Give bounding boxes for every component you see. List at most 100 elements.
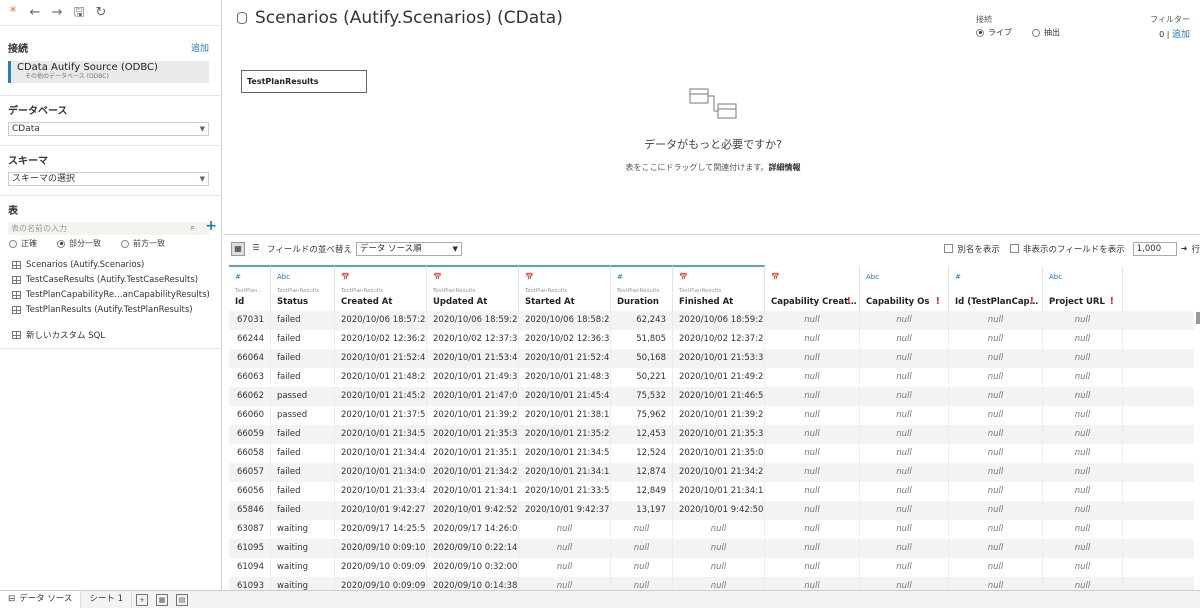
- table-cell: 2020/10/06 18:57:28: [335, 311, 427, 330]
- table-cell: passed: [271, 406, 335, 425]
- list-view-icon[interactable]: ☰: [249, 242, 263, 256]
- field-type-icon[interactable]: #: [955, 273, 961, 281]
- save-icon[interactable]: 🖫: [72, 6, 86, 20]
- custom-sql-item[interactable]: 新しいカスタム SQL: [12, 327, 221, 342]
- column-source: TestPlanResults: [525, 288, 568, 294]
- add-icon[interactable]: +: [205, 219, 217, 233]
- rows-go-icon[interactable]: ➜: [1181, 244, 1188, 253]
- table-row: 66057 failed 2020/10/01 21:34:01 2020/10/01…: [229, 463, 1194, 482]
- table-cell: 66063: [229, 368, 271, 387]
- table-row: 66064 failed 2020/10/01 21:52:42 2020/10/01…: [229, 349, 1194, 368]
- database-icon[interactable]: [237, 12, 247, 24]
- table-cell: 61094: [229, 558, 271, 577]
- field-type-icon[interactable]: 📅: [433, 273, 442, 281]
- vertical-scrollbar[interactable]: [1196, 312, 1200, 324]
- table-cell: 12,524: [611, 444, 673, 463]
- add-filter-link[interactable]: 追加: [1172, 30, 1190, 40]
- field-type-icon[interactable]: 📅: [525, 273, 534, 281]
- show-alias-checkbox[interactable]: [944, 244, 954, 253]
- more-info-link[interactable]: 詳細情報: [768, 163, 800, 172]
- table-search-input[interactable]: 表の名前の入力 ⌕ +: [8, 219, 217, 235]
- rows-input[interactable]: 1,000: [1132, 241, 1177, 256]
- table-item[interactable]: TestCaseResults (Autify.TestCaseResults): [12, 272, 221, 287]
- grid-view-icon[interactable]: ▦: [231, 241, 245, 256]
- warning-icon[interactable]: !: [1109, 296, 1114, 307]
- warning-icon[interactable]: !: [935, 296, 940, 307]
- database-select[interactable]: CData ▼: [8, 122, 209, 136]
- new-dashboard-icon[interactable]: ▦: [156, 593, 169, 606]
- tab-sheet1[interactable]: シート 1: [81, 590, 133, 608]
- column-header[interactable]: Abc TestPlanResults Status: [271, 265, 335, 311]
- column-header[interactable]: # Id (TestPlanCap…!: [949, 265, 1043, 311]
- table-item[interactable]: TestPlanCapabilityRe…anCapabilityResults…: [12, 287, 221, 302]
- table-cell: 2020/10/01 21:34:46: [335, 444, 427, 463]
- field-type-icon[interactable]: #: [235, 273, 241, 281]
- field-type-icon[interactable]: Abc: [277, 273, 290, 281]
- rows-label: 行: [1191, 244, 1200, 255]
- column-header[interactable]: # TestPlanResults Duration: [611, 265, 673, 311]
- page-title[interactable]: Scenarios (Autify.Scenarios) (CData): [255, 8, 563, 28]
- table-item[interactable]: TestPlanResults (Autify.TestPlanResults): [12, 302, 221, 317]
- field-type-icon[interactable]: 📅: [771, 273, 780, 281]
- table-search-placeholder: 表の名前の入力: [11, 224, 67, 233]
- column-header[interactable]: 📅 TestPlanResults Created At: [335, 265, 427, 311]
- warning-icon[interactable]: !: [846, 296, 851, 307]
- column-header[interactable]: # TestPlan… Id: [229, 265, 271, 311]
- field-type-icon[interactable]: Abc: [866, 273, 879, 281]
- new-sheet-icon[interactable]: +: [136, 593, 149, 606]
- live-radio[interactable]: ライブ: [976, 27, 1012, 38]
- field-type-icon[interactable]: Abc: [1049, 273, 1062, 281]
- table-cell: failed: [271, 501, 335, 520]
- column-name: Finished At: [679, 297, 734, 307]
- column-header[interactable]: Abc Capability Os!: [860, 265, 949, 311]
- table-cell: 2020/09/10 0:09:10: [335, 539, 427, 558]
- table-row: 66059 failed 2020/10/01 21:34:52 2020/10/01…: [229, 425, 1194, 444]
- table-cell: failed: [271, 444, 335, 463]
- column-header[interactable]: Abc Project URL!: [1043, 265, 1123, 311]
- show-hidden-label: 非表示のフィールドを表示: [1022, 244, 1125, 255]
- forward-icon[interactable]: →: [50, 6, 64, 20]
- field-type-icon[interactable]: 📅: [341, 273, 350, 281]
- table-icon: [12, 305, 21, 314]
- logo-icon[interactable]: *: [6, 6, 20, 20]
- table-cell: null: [949, 444, 1043, 463]
- column-header[interactable]: 📅 TestPlanResults Updated At: [427, 265, 519, 311]
- add-connection-link[interactable]: 追加: [191, 41, 209, 54]
- column-header[interactable]: 📅 TestPlanResults Started At: [519, 265, 611, 311]
- match-exact-radio[interactable]: 正確: [9, 238, 37, 249]
- table-cell: 2020/10/01 21:48:27: [335, 368, 427, 387]
- column-header[interactable]: 📅 TestPlanResults Finished At: [673, 265, 765, 311]
- database-icon: ⊟: [8, 594, 16, 604]
- more-data-title: データがもっと必要ですか?: [644, 138, 782, 151]
- table-cell: null: [860, 425, 949, 444]
- schema-header: スキーマ: [0, 152, 221, 167]
- field-type-icon[interactable]: #: [617, 273, 623, 281]
- schema-select[interactable]: スキーマの選択 ▼: [8, 172, 209, 186]
- tab-datasource[interactable]: ⊟ データ ソース: [0, 590, 82, 608]
- extract-radio[interactable]: 抽出: [1032, 27, 1060, 38]
- table-row: 66058 failed 2020/10/01 21:34:46 2020/10/01…: [229, 444, 1194, 463]
- chevron-down-icon: ▼: [199, 175, 205, 183]
- refresh-icon[interactable]: ↻: [94, 6, 108, 20]
- canvas-table-box[interactable]: TestPlanResults: [241, 70, 367, 93]
- back-icon[interactable]: ←: [28, 6, 42, 20]
- field-type-icon[interactable]: 📅: [679, 273, 688, 281]
- sort-select[interactable]: データ ソース順 ▼: [355, 241, 462, 256]
- database-label: データベース: [8, 106, 68, 117]
- new-story-icon[interactable]: ▤: [176, 593, 189, 606]
- table-cell: null: [860, 482, 949, 501]
- table-item[interactable]: Scenarios (Autify.Scenarios): [12, 257, 221, 272]
- table-row: 65846 failed 2020/10/01 9:42:27 2020/10/01 …: [229, 501, 1194, 520]
- table-icon: [12, 290, 21, 299]
- connection-item[interactable]: CData Autify Source (ODBC) その他のデータベース (O…: [8, 61, 209, 83]
- match-prefix-radio[interactable]: 前方一致: [121, 238, 165, 249]
- table-cell: null: [1043, 520, 1123, 539]
- show-hidden-checkbox[interactable]: [1009, 244, 1019, 253]
- match-partial-radio[interactable]: 部分一致: [57, 238, 101, 249]
- search-icon[interactable]: ⌕: [190, 222, 195, 235]
- column-name: Duration: [617, 297, 659, 307]
- table-row: 67031 failed 2020/10/06 18:57:28 2020/10/06…: [229, 311, 1194, 330]
- table-cell: null: [860, 501, 949, 520]
- warning-icon[interactable]: !: [1029, 296, 1034, 307]
- column-header[interactable]: 📅 Capability Creat…!: [765, 265, 860, 311]
